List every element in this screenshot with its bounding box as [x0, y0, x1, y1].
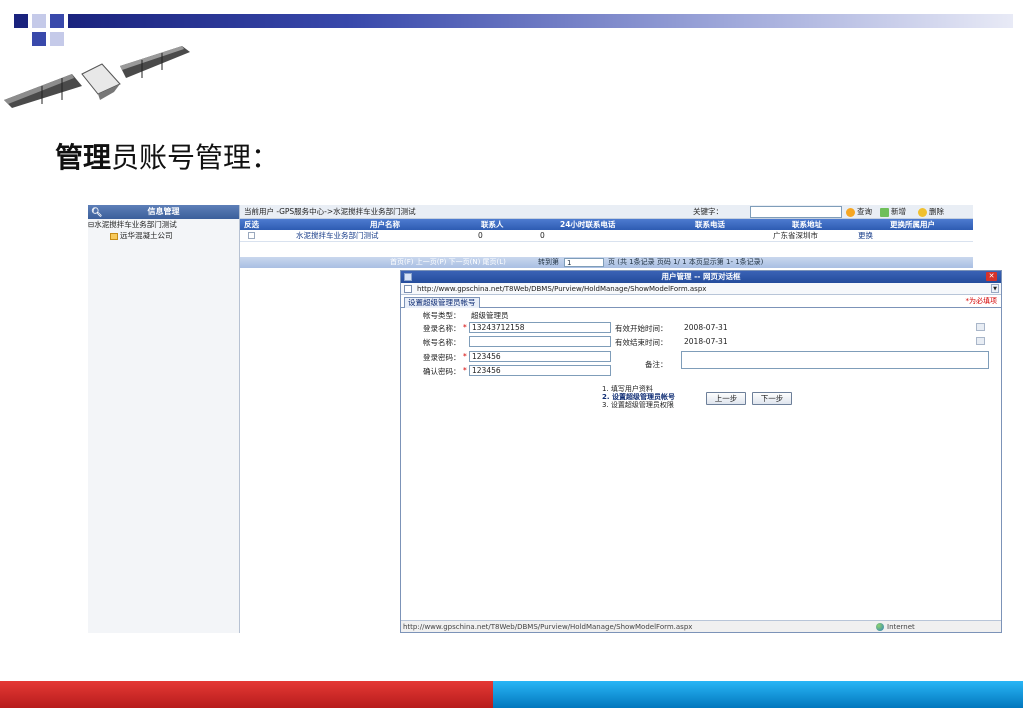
end-time-input[interactable]: 2018-07-31	[681, 336, 987, 347]
pager-nav[interactable]: 首页(F) 上一页(P) 下一页(N) 尾页(L)	[390, 257, 506, 268]
col-change-user: 更换所属用户	[890, 220, 935, 229]
right-panel: 当前用户 -GPS服务中心->水泥搅拌车业务部门测试 关键字： 查询 新增 删除…	[240, 205, 1002, 633]
row-address: 广东省深圳市	[773, 231, 818, 240]
app-screenshot: 🔍︎ 信息管理 ⊟水泥搅拌车业务部门测试 远华混凝土公司 当前用户 -GPS服务…	[88, 205, 1002, 633]
add-doc-icon	[880, 207, 889, 217]
col-address: 联系地址	[792, 220, 822, 229]
pager-info: 页 (共 1条记录 页码 1/ 1 本页显示第 1- 1条记录)	[608, 258, 764, 266]
required-star: *	[463, 352, 467, 361]
dialog-url-bar: http://www.gpschina.net/T8Web/DBMS/Purvi…	[401, 283, 1001, 295]
col-invert-select[interactable]: 反选	[244, 219, 259, 230]
gear-icon	[846, 207, 855, 217]
account-name-input[interactable]	[469, 336, 611, 347]
internet-zone: Internet	[887, 623, 915, 631]
start-time-label: 有效开始时间：	[615, 324, 668, 333]
keyword-label: 关键字：	[693, 207, 723, 216]
next-button[interactable]: 下一步	[752, 392, 792, 405]
end-time-label: 有效结束时间：	[615, 338, 668, 347]
row-phone24: 0	[540, 231, 545, 240]
tab-super-admin[interactable]: 设置超级管理员帐号	[404, 297, 480, 308]
globe-icon	[876, 623, 884, 631]
step-3: 3. 设置超级管理员权限	[602, 401, 674, 409]
delete-icon	[918, 207, 927, 217]
top-gradient-bar	[68, 14, 1013, 28]
dialog-title-bar: 用户管理 -- 网页对话框 ✕	[401, 271, 1001, 283]
left-panel: 🔍︎ 信息管理 ⊟水泥搅拌车业务部门测试 远华混凝土公司	[88, 205, 240, 633]
user-dialog: 用户管理 -- 网页对话框 ✕ http://www.gpschina.net/…	[400, 270, 1002, 633]
query-button[interactable]: 查询	[846, 205, 872, 219]
remark-input[interactable]	[681, 351, 989, 369]
calendar-icon[interactable]	[976, 323, 985, 331]
row-change-link[interactable]: 更换	[858, 230, 873, 242]
login-name-label: 登录名称：	[423, 324, 461, 333]
add-button[interactable]: 新增	[880, 205, 906, 219]
page-icon	[404, 285, 412, 293]
tree-item-dept[interactable]: ⊟水泥搅拌车业务部门测试	[88, 219, 239, 230]
pager-goto-label: 转到第	[538, 258, 559, 266]
window-icon	[404, 273, 412, 281]
step-list: 1. 填写用户资料 2. 设置超级管理员帐号 3. 设置超级管理员权限	[602, 385, 675, 409]
calendar-icon[interactable]	[976, 337, 985, 345]
satellite-icon	[4, 46, 190, 108]
close-icon[interactable]: ✕	[986, 272, 997, 281]
breadcrumb: 当前用户 -GPS服务中心->水泥搅拌车业务部门测试 关键字： 查询 新增 删除	[240, 205, 973, 219]
col-phone24: 24小时联系电话	[560, 220, 616, 229]
deco-square	[14, 14, 28, 28]
step-1: 1. 填写用户资料	[602, 385, 653, 393]
account-type-value: 超级管理员	[471, 311, 509, 320]
dialog-tab-row: 设置超级管理员帐号 *为必填项	[401, 295, 1001, 308]
remark-label: 备注：	[645, 360, 668, 369]
confirm-pwd-input[interactable]: 123456	[469, 365, 611, 376]
row-user-name[interactable]: 水泥搅拌车业务部门测试	[296, 230, 379, 242]
keyword-input[interactable]	[750, 206, 842, 218]
search-icon: 🔍︎	[91, 208, 103, 218]
required-star: *	[463, 366, 467, 375]
grid-header: 反选 用户名称 联系人 24小时联系电话 联系电话 联系地址 更换所属用户	[240, 219, 973, 230]
account-name-label: 帐号名称：	[423, 338, 461, 347]
col-phone: 联系电话	[695, 220, 725, 229]
prev-button[interactable]: 上一步	[706, 392, 746, 405]
step-2: 2. 设置超级管理员帐号	[602, 393, 675, 401]
table-row: 水泥搅拌车业务部门测试 0 0 广东省深圳市 更换	[240, 230, 973, 242]
deco-square	[32, 14, 46, 28]
bottom-bar-red	[0, 681, 493, 708]
confirm-pwd-label: 确认密码：	[423, 367, 461, 376]
folder-icon	[110, 232, 118, 240]
row-contact: 0	[478, 231, 483, 240]
login-pwd-label: 登录密码：	[423, 353, 461, 362]
chevron-down-icon[interactable]: ▼	[991, 284, 999, 293]
login-name-input[interactable]: 13243712158	[469, 322, 611, 333]
page-select[interactable]: 1	[564, 258, 604, 267]
pager: 首页(F) 上一页(P) 下一页(N) 尾页(L) 转到第 1 页 (共 1条记…	[240, 257, 973, 268]
deco-square	[50, 14, 64, 28]
col-user-name: 用户名称	[370, 220, 400, 229]
dialog-status-bar: http://www.gpschina.net/T8Web/DBMS/Purvi…	[401, 620, 1001, 632]
start-time-input[interactable]: 2008-07-31	[681, 322, 987, 333]
slide-title: 管理员账号管理：	[55, 141, 280, 174]
login-pwd-input[interactable]: 123456	[469, 351, 611, 362]
bottom-bar-blue	[493, 681, 1023, 708]
left-panel-header: 🔍︎ 信息管理	[88, 205, 239, 219]
required-star: *	[463, 323, 467, 332]
tree-item-company[interactable]: 远华混凝土公司	[88, 230, 239, 241]
status-url: http://www.gpschina.net/T8Web/DBMS/Purvi…	[403, 623, 693, 631]
col-contact: 联系人	[481, 220, 504, 229]
required-note: *为必填项	[965, 297, 998, 305]
delete-button[interactable]: 删除	[918, 205, 944, 219]
account-type-label: 帐号类型：	[423, 311, 461, 320]
